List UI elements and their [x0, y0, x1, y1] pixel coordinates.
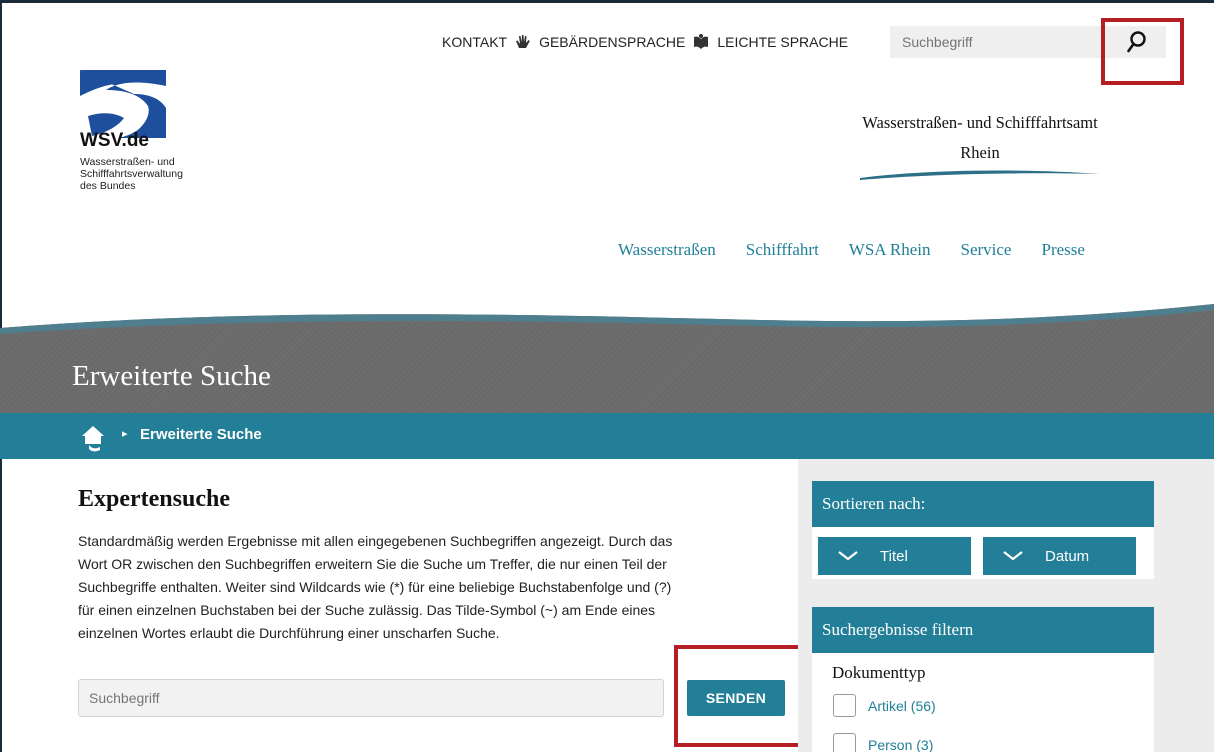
- search-description: Standardmäßig werden Ergebnisse mit alle…: [78, 530, 790, 645]
- sort-options: Titel Datum: [818, 537, 1136, 575]
- office-swoosh-decoration: [860, 170, 1100, 180]
- util-link-kontakt[interactable]: KONTAKT: [442, 34, 507, 50]
- logo-subtitle-line: des Bundes: [80, 180, 136, 192]
- page: KONTAKT GEBÄRDENSPRACHE LEICHTE SPRACHE …: [0, 0, 1214, 752]
- description-line: einzelnen Wortes erlaubt die Durchführun…: [78, 625, 500, 641]
- util-link-leichte-sprache[interactable]: LEICHTE SPRACHE: [717, 34, 848, 50]
- book-icon: [694, 34, 709, 49]
- filter-panel-title: Suchergebnisse filtern: [812, 607, 1154, 653]
- filter-item-label: Person (3): [868, 736, 934, 752]
- description-line: Standardmäßig werden Ergebnisse mit alle…: [78, 533, 673, 549]
- section-heading: Expertensuche: [78, 486, 230, 512]
- sort-option-label: Titel: [880, 547, 908, 565]
- wsv-logo[interactable]: [78, 68, 188, 138]
- logo-subtitle: Wasserstraßen- und Schifffahrtsverwaltun…: [80, 156, 240, 192]
- checkbox[interactable]: [833, 694, 856, 717]
- chevron-down-icon: [1003, 551, 1023, 561]
- sort-by-date-button[interactable]: Datum: [983, 537, 1136, 575]
- nav-item-presse[interactable]: Presse: [1041, 240, 1084, 260]
- filter-item-label: Artikel (56): [868, 697, 936, 714]
- logo-subtitle-line: Schifffahrtsverwaltung: [80, 168, 183, 180]
- description-line: für einen einzelnen Buchstaben bei der S…: [78, 602, 656, 618]
- highlight-box-send: [674, 645, 806, 747]
- office-name: Wasserstraßen- und Schifffahrtsamt Rhein: [820, 108, 1140, 168]
- utility-links: KONTAKT GEBÄRDENSPRACHE LEICHTE SPRACHE: [442, 32, 848, 52]
- logo-name: WSV.de: [80, 130, 149, 151]
- nav-item-service[interactable]: Service: [961, 240, 1012, 260]
- breadcrumb-current: Erweiterte Suche: [140, 426, 262, 443]
- nav-item-wsa-rhein[interactable]: WSA Rhein: [849, 240, 931, 260]
- page-title: Erweiterte Suche: [72, 360, 271, 392]
- office-name-line: Rhein: [960, 143, 1000, 162]
- logo-subtitle-line: Wasserstraßen- und: [80, 156, 175, 168]
- checkbox[interactable]: [833, 733, 856, 752]
- chevron-right-icon: ▸: [122, 428, 128, 440]
- hand-icon: [516, 35, 530, 48]
- sort-panel-title: Sortieren nach:: [812, 481, 1154, 527]
- description-line: Suchbegriffe enthalten. Weiter sind Wild…: [78, 579, 672, 595]
- nav-item-wasserstrassen[interactable]: Wasserstraßen: [618, 240, 716, 260]
- search-query-input[interactable]: [78, 679, 664, 717]
- window-top-border: [0, 0, 1214, 3]
- header-search-input[interactable]: [890, 26, 1100, 58]
- highlight-box-search: [1101, 18, 1184, 85]
- hero-banner: [0, 304, 1214, 415]
- chevron-down-icon: [838, 551, 858, 561]
- util-link-gebaerdensprache[interactable]: GEBÄRDENSPRACHE: [539, 34, 685, 50]
- office-name-line: Wasserstraßen- und Schifffahrtsamt: [862, 113, 1098, 132]
- home-icon[interactable]: [80, 423, 106, 453]
- main-nav: Wasserstraßen Schifffahrt WSA Rhein Serv…: [618, 240, 1085, 260]
- filter-item-artikel[interactable]: Artikel (56): [833, 694, 936, 717]
- nav-item-schifffahrt[interactable]: Schifffahrt: [746, 240, 819, 260]
- filter-group-title: Dokumenttyp: [832, 663, 926, 682]
- sort-option-label: Datum: [1045, 547, 1090, 565]
- sort-by-title-button[interactable]: Titel: [818, 537, 971, 575]
- description-line: Wort OR zwischen den Suchbegriffen erwei…: [78, 556, 667, 572]
- filter-item-person[interactable]: Person (3): [833, 733, 933, 752]
- breadcrumb: ▸ Erweiterte Suche: [0, 413, 1214, 459]
